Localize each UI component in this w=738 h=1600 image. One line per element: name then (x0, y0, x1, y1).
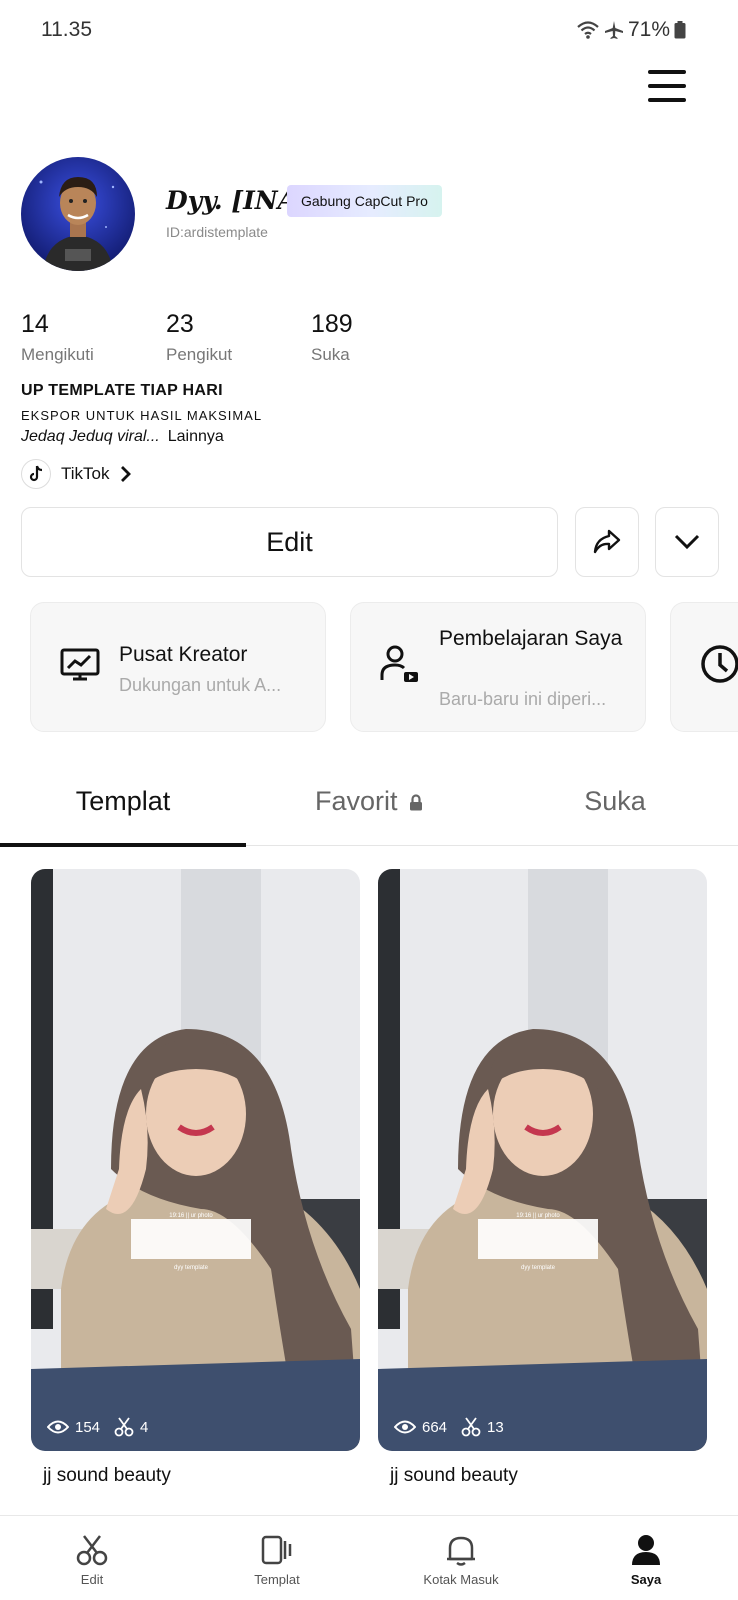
template-card[interactable]: 19:16 || ur photo dyy template 154 4 jj … (31, 869, 360, 1487)
bell-icon (447, 1536, 475, 1566)
eye-icon (394, 1420, 416, 1434)
share-icon (593, 529, 621, 554)
learning-card[interactable]: Pembelajaran Saya Baru-baru ini diperi..… (350, 602, 646, 732)
nav-label: Templat (254, 1572, 300, 1587)
avatar-image (21, 157, 135, 271)
template-icon (261, 1535, 292, 1565)
overlay-bottom-text: dyy template (174, 1265, 209, 1271)
menu-line (648, 98, 686, 102)
scissors-icon (76, 1535, 108, 1566)
share-button[interactable] (575, 507, 639, 577)
content-tabs: Templat Favorit Suka (0, 760, 738, 847)
tiktok-link[interactable]: TikTok (21, 459, 132, 489)
active-tab-indicator (0, 843, 246, 847)
user-id: ID:ardistemplate (166, 224, 268, 240)
bio-line: Jedaq Jeduq viral... Lainnya (21, 428, 224, 446)
nav-label: Saya (630, 1572, 662, 1587)
menu-button[interactable] (648, 70, 686, 102)
creator-center-card[interactable]: Pusat Kreator Dukungan untuk A... (30, 602, 326, 732)
overlay-top-text: 19:16 || ur photo (516, 1213, 560, 1219)
stat-value: 14 (21, 310, 49, 338)
menu-line (648, 84, 686, 88)
thumbnail-image: 19:16 || ur photo dyy template (378, 869, 707, 1451)
uses-count: 4 (140, 1418, 149, 1436)
bio-title: UP TEMPLATE TIAP HARI (21, 382, 223, 399)
airplane-icon (604, 21, 623, 39)
tab-favorit[interactable]: Favorit (246, 786, 492, 817)
template-title[interactable]: jj sound beauty (31, 1465, 360, 1487)
views-count: 664 (422, 1418, 448, 1436)
clock-icon (699, 643, 738, 685)
bio-text: Jedaq Jeduq viral... (21, 428, 160, 445)
status-bar: 11.35 71% (0, 0, 738, 60)
stat-label: Suka (311, 345, 350, 364)
person-icon (632, 1535, 660, 1565)
views-count: 154 (75, 1418, 101, 1436)
monitor-chart-icon (59, 643, 101, 685)
chevron-right-icon (120, 466, 131, 482)
battery-percent: 71% (627, 18, 670, 41)
nav-inbox[interactable]: Kotak Masuk (406, 1530, 516, 1587)
battery-icon (674, 21, 686, 39)
stat-label: Pengikut (166, 345, 233, 364)
nav-edit[interactable]: Edit (37, 1530, 147, 1587)
tab-label: Favorit (314, 786, 398, 816)
edit-profile-button[interactable]: Edit (21, 507, 558, 577)
tab-templat[interactable]: Templat (0, 786, 246, 817)
template-card[interactable]: 19:16 || ur photo dyy template 664 13 jj… (378, 869, 707, 1487)
stat-following[interactable]: 14 Mengikuti (21, 310, 94, 365)
overlay-bottom-text: dyy template (521, 1265, 556, 1271)
thumbnail-image: 19:16 || ur photo dyy template (31, 869, 360, 1451)
tab-suka[interactable]: Suka (492, 786, 738, 817)
eye-icon (47, 1420, 69, 1434)
bio-more-link[interactable]: Lainnya (168, 428, 224, 445)
nav-templat[interactable]: Templat (222, 1530, 332, 1587)
tiktok-icon (21, 459, 51, 489)
template-thumbnail[interactable]: 19:16 || ur photo dyy template 154 4 (31, 869, 360, 1451)
bio-subtitle: EKSPOR UNTUK HASIL MAKSIMAL (21, 408, 263, 423)
template-stats: 664 13 (394, 1417, 504, 1437)
lock-icon (410, 794, 423, 811)
nav-saya[interactable]: Saya (591, 1530, 701, 1587)
tiktok-label: TikTok (61, 464, 110, 483)
wifi-icon (577, 21, 599, 39)
recent-card[interactable] (670, 602, 738, 732)
card-title: Pembelajaran Saya (439, 627, 623, 650)
template-thumbnail[interactable]: 19:16 || ur photo dyy template 664 13 (378, 869, 707, 1451)
status-time: 11.35 (41, 18, 92, 41)
nav-label: Edit (80, 1572, 104, 1587)
avatar[interactable] (21, 157, 135, 271)
person-play-icon (379, 643, 421, 685)
nav-label: Kotak Masuk (423, 1572, 499, 1587)
bottom-navigation: Edit Templat Kotak Masuk Saya (0, 1515, 738, 1600)
scissors-icon (114, 1417, 134, 1437)
card-subtitle: Baru-baru ini diperi... (439, 689, 607, 709)
scissors-icon (461, 1417, 481, 1437)
menu-line (648, 70, 686, 74)
stat-value: 189 (311, 310, 353, 338)
stat-likes[interactable]: 189 Suka (311, 310, 353, 365)
stat-label: Mengikuti (21, 345, 94, 364)
card-subtitle: Dukungan untuk A... (119, 675, 282, 695)
more-dropdown-button[interactable] (655, 507, 719, 577)
card-title: Pusat Kreator (119, 643, 248, 666)
capcut-pro-badge[interactable]: Gabung CapCut Pro (287, 185, 442, 217)
uses-count: 13 (487, 1418, 504, 1436)
template-title[interactable]: jj sound beauty (378, 1465, 707, 1487)
stat-followers[interactable]: 23 Pengikut (166, 310, 232, 365)
template-stats: 154 4 (47, 1417, 148, 1437)
status-icons: 71% (576, 18, 686, 42)
stat-value: 23 (166, 310, 194, 338)
overlay-top-text: 19:16 || ur photo (169, 1213, 213, 1219)
chevron-down-icon (674, 534, 700, 550)
